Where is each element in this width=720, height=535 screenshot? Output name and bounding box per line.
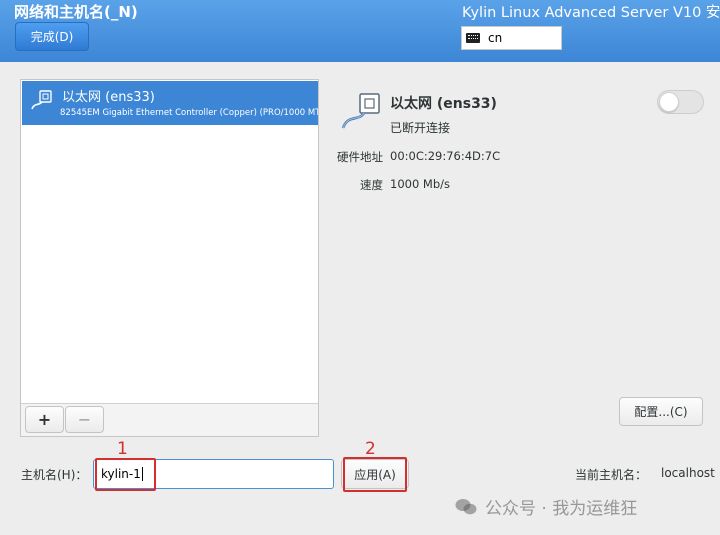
- hostname-label: 主机名(H)：: [21, 468, 88, 482]
- current-hostname-value: localhost: [661, 466, 715, 480]
- device-name: 以太网 (ens33): [62, 90, 155, 105]
- keyboard-layout-indicator[interactable]: cn: [461, 26, 562, 50]
- product-title: Kylin Linux Advanced Server V10 安装: [462, 5, 720, 21]
- hardware-address-label: 硬件地址: [337, 150, 383, 164]
- speed-label: 速度: [360, 178, 383, 192]
- ethernet-icon: [31, 90, 52, 110]
- device-list-toolbar: + −: [21, 403, 318, 436]
- watermark-text: 公众号 · 我为运维狂: [485, 499, 638, 519]
- ethernet-icon: [341, 93, 380, 129]
- header-bar: 网络和主机名(_N) 完成(D) Kylin Linux Advanced Se…: [0, 0, 720, 62]
- device-item-ens33[interactable]: 以太网 (ens33) 82545EM Gigabit Ethernet Con…: [22, 81, 318, 125]
- speed-value: 1000 Mb/s: [390, 177, 451, 191]
- remove-device-button[interactable]: −: [65, 406, 104, 433]
- wechat-icon: [455, 499, 477, 515]
- annotation-number-2: 2: [365, 439, 376, 459]
- hardware-address-value: 00:0C:29:76:4D:7C: [390, 149, 501, 163]
- annotation-number-1: 1: [117, 439, 128, 459]
- configure-button[interactable]: 配置...(C): [619, 397, 703, 426]
- watermark: 公众号 · 我为运维狂: [455, 494, 637, 519]
- keyboard-layout-label: cn: [488, 31, 503, 45]
- device-description: 82545EM Gigabit Ethernet Controller (Cop…: [60, 108, 318, 118]
- annotation-box-1: [95, 458, 156, 491]
- detail-device-name: 以太网 (ens33): [390, 96, 497, 112]
- keyboard-icon: [466, 33, 480, 43]
- current-hostname-label: 当前主机名：: [575, 468, 648, 482]
- page-title: 网络和主机名(_N): [14, 3, 138, 21]
- add-device-button[interactable]: +: [25, 406, 64, 433]
- connection-toggle[interactable]: [657, 90, 704, 114]
- annotation-box-2: [343, 457, 407, 492]
- device-list: 以太网 (ens33) 82545EM Gigabit Ethernet Con…: [20, 79, 319, 437]
- done-button[interactable]: 完成(D): [15, 22, 89, 51]
- toggle-knob: [659, 92, 679, 112]
- connection-status: 已断开连接: [390, 121, 451, 135]
